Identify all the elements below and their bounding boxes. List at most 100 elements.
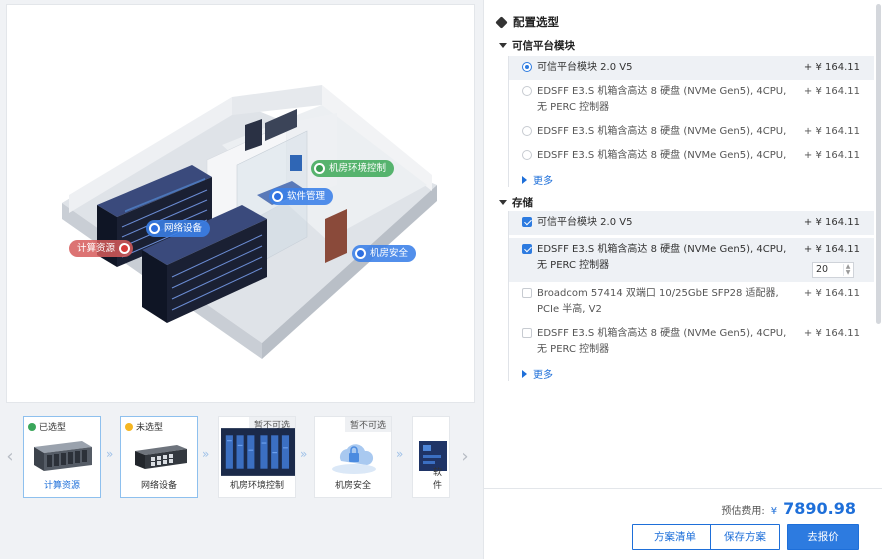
panel-title: 配置选型 bbox=[513, 15, 559, 29]
tag-marker-icon bbox=[355, 248, 366, 259]
section-storage-options: 可信平台模块 2.0 V5 + ¥ 164.11 EDSFF E3.S 机箱含高… bbox=[508, 211, 874, 381]
currency-symbol: ¥ bbox=[770, 506, 778, 517]
quantity-value: 20 bbox=[816, 264, 829, 275]
option-row[interactable]: 可信平台模块 2.0 V5 + ¥ 164.11 bbox=[509, 211, 874, 235]
compute-resource-tag-label: 计算资源 bbox=[77, 243, 116, 254]
step-card-software[interactable]: 软件 bbox=[412, 416, 450, 498]
env-control-tag[interactable]: 机房环境控制 bbox=[311, 160, 395, 177]
software-management-tag[interactable]: 软件管理 bbox=[269, 188, 334, 205]
option-row[interactable]: EDSFF E3.S 机箱含高达 8 硬盘 (NVMe Gen5), 4CPU,… bbox=[509, 120, 874, 144]
step-card-env-control[interactable]: 暂不可选 机房环境控制 bbox=[218, 416, 296, 498]
software-management-tag-label: 软件管理 bbox=[287, 191, 326, 202]
cube-icon bbox=[495, 15, 508, 29]
server-room-image bbox=[221, 428, 295, 476]
network-device-tag[interactable]: 网络设备 bbox=[146, 220, 211, 237]
step-name: 网络设备 bbox=[140, 481, 177, 491]
radio-button[interactable] bbox=[522, 150, 532, 160]
option-price: + ¥ 164.11 bbox=[803, 217, 860, 228]
dot-icon bbox=[125, 422, 133, 431]
option-price: + ¥ 164.11 bbox=[803, 328, 860, 339]
next-arrow-icon[interactable]: › bbox=[458, 447, 472, 467]
option-price: + ¥ 164.11 bbox=[803, 288, 860, 299]
datacenter-3d-view: 计算资源 网络设备 软件管理 机房环境控制 机房安全 bbox=[6, 4, 475, 403]
step-name: 机房环境控制 bbox=[229, 481, 284, 491]
step-card-compute[interactable]: 已选型 计算资源 bbox=[23, 416, 101, 498]
check-circle-icon bbox=[28, 422, 36, 431]
section-storage-header[interactable]: 存储 bbox=[499, 195, 533, 210]
option-row[interactable]: Broadcom 57414 双端口 10/25GbE SFP28 适配器, P… bbox=[509, 282, 874, 322]
get-quote-button[interactable]: 去报价 bbox=[787, 524, 859, 550]
stepper-arrows-icon[interactable]: ▲ ▼ bbox=[843, 264, 852, 276]
option-row[interactable]: 可信平台模块 2.0 V5 + ¥ 164.11 bbox=[509, 56, 874, 80]
more-link[interactable]: 更多 bbox=[522, 172, 874, 187]
option-price: + ¥ 164.11 bbox=[803, 126, 860, 137]
option-label: EDSFF E3.S 机箱含高达 8 硬盘 (NVMe Gen5), 4CPU,… bbox=[537, 244, 787, 271]
radio-button[interactable] bbox=[522, 62, 532, 72]
checkbox[interactable] bbox=[522, 288, 532, 298]
option-label: EDSFF E3.S 机箱含高达 8 硬盘 (NVMe Gen5), 4CPU,… bbox=[537, 328, 787, 355]
step-name: 计算资源 bbox=[43, 481, 80, 491]
section-title: 存储 bbox=[512, 197, 533, 209]
prev-arrow-icon[interactable]: ‹ bbox=[3, 447, 17, 467]
option-label: EDSFF E3.S 机箱含高达 8 硬盘 (NVMe Gen5), 4CPU, bbox=[537, 126, 787, 137]
panel-header: 配置选型 bbox=[495, 14, 559, 30]
tag-marker-icon bbox=[272, 191, 283, 202]
server-image bbox=[34, 441, 92, 471]
network-device-tag-label: 网络设备 bbox=[164, 223, 203, 234]
switch-image bbox=[135, 445, 187, 469]
env-control-tag-label: 机房环境控制 bbox=[329, 163, 387, 174]
more-label: 更多 bbox=[533, 176, 553, 187]
tag-marker-icon bbox=[149, 223, 160, 234]
caret-down-icon bbox=[499, 43, 507, 48]
step-card-network[interactable]: 未选型 网络设备 bbox=[120, 416, 198, 498]
scrollbar[interactable] bbox=[876, 4, 881, 324]
estimate: 预估费用: ¥ 7890.98 bbox=[721, 499, 856, 518]
left-pane: 计算资源 网络设备 软件管理 机房环境控制 机房安全 ‹ 已选型 计算资源 » bbox=[0, 0, 482, 559]
step-badge-label: 已选型 bbox=[39, 423, 67, 433]
chevron-right-icon: » bbox=[202, 447, 209, 461]
option-price: + ¥ 164.11 bbox=[803, 150, 860, 161]
more-label: 更多 bbox=[533, 370, 553, 381]
cloud-security-image bbox=[332, 444, 376, 474]
unavailable-badge: 暂不可选 bbox=[344, 417, 391, 432]
plan-list-button[interactable]: 方案清单 bbox=[632, 524, 718, 550]
step-name: 软件 bbox=[433, 468, 443, 491]
checkbox[interactable] bbox=[522, 328, 532, 338]
option-row[interactable]: EDSFF E3.S 机箱含高达 8 硬盘 (NVMe Gen5), 4CPU,… bbox=[509, 80, 874, 120]
step-card-security[interactable]: 暂不可选 机房安全 bbox=[314, 416, 392, 498]
unselected-badge: 未选型 bbox=[125, 420, 163, 433]
option-row[interactable]: EDSFF E3.S 机箱含高达 8 硬盘 (NVMe Gen5), 4CPU,… bbox=[509, 322, 874, 362]
config-panel: 配置选型 可信平台模块 可信平台模块 2.0 V5 + ¥ 164.11 EDS… bbox=[483, 0, 882, 559]
option-label: Broadcom 57414 双端口 10/25GbE SFP28 适配器, P… bbox=[537, 288, 779, 315]
option-label: EDSFF E3.S 机箱含高达 8 硬盘 (NVMe Gen5), 4CPU,… bbox=[537, 86, 787, 113]
tag-marker-icon bbox=[314, 163, 325, 174]
caret-down-icon bbox=[499, 200, 507, 205]
more-link[interactable]: 更多 bbox=[522, 366, 874, 381]
option-label: 可信平台模块 2.0 V5 bbox=[537, 217, 633, 228]
checkbox[interactable] bbox=[522, 217, 532, 227]
tag-marker-icon bbox=[119, 243, 131, 254]
quantity-stepper[interactable]: 20 ▲ ▼ bbox=[812, 262, 854, 278]
config-scroll-area[interactable]: 配置选型 可信平台模块 可信平台模块 2.0 V5 + ¥ 164.11 EDS… bbox=[484, 0, 876, 488]
caret-right-icon bbox=[522, 369, 527, 378]
estimate-label: 预估费用: bbox=[721, 506, 765, 517]
section-tpm-header[interactable]: 可信平台模块 bbox=[499, 38, 575, 53]
checkbox[interactable] bbox=[522, 244, 532, 254]
radio-button[interactable] bbox=[522, 86, 532, 96]
option-price: + ¥ 164.11 bbox=[803, 86, 860, 97]
option-label: 可信平台模块 2.0 V5 bbox=[537, 62, 633, 73]
datacenter-illustration bbox=[62, 85, 437, 359]
caret-right-icon bbox=[522, 175, 527, 184]
security-tag[interactable]: 机房安全 bbox=[352, 245, 417, 262]
radio-button[interactable] bbox=[522, 126, 532, 136]
compute-resource-tag[interactable]: 计算资源 bbox=[69, 240, 134, 257]
option-price: + ¥ 164.11 bbox=[803, 62, 860, 73]
option-row[interactable]: EDSFF E3.S 机箱含高达 8 硬盘 (NVMe Gen5), 4CPU,… bbox=[509, 144, 874, 168]
security-tag-label: 机房安全 bbox=[370, 248, 409, 259]
estimate-total: 7890.98 bbox=[783, 499, 856, 518]
save-plan-button[interactable]: 保存方案 bbox=[710, 524, 780, 550]
category-steps: ‹ 已选型 计算资源 » 未选型 网络设备 » 暂不可选 机房环境控制 » 暂不… bbox=[0, 411, 482, 501]
section-title: 可信平台模块 bbox=[512, 40, 575, 52]
panel-footer: 预估费用: ¥ 7890.98 方案清单 保存方案 去报价 bbox=[484, 488, 882, 559]
option-row[interactable]: EDSFF E3.S 机箱含高达 8 硬盘 (NVMe Gen5), 4CPU,… bbox=[509, 238, 874, 282]
